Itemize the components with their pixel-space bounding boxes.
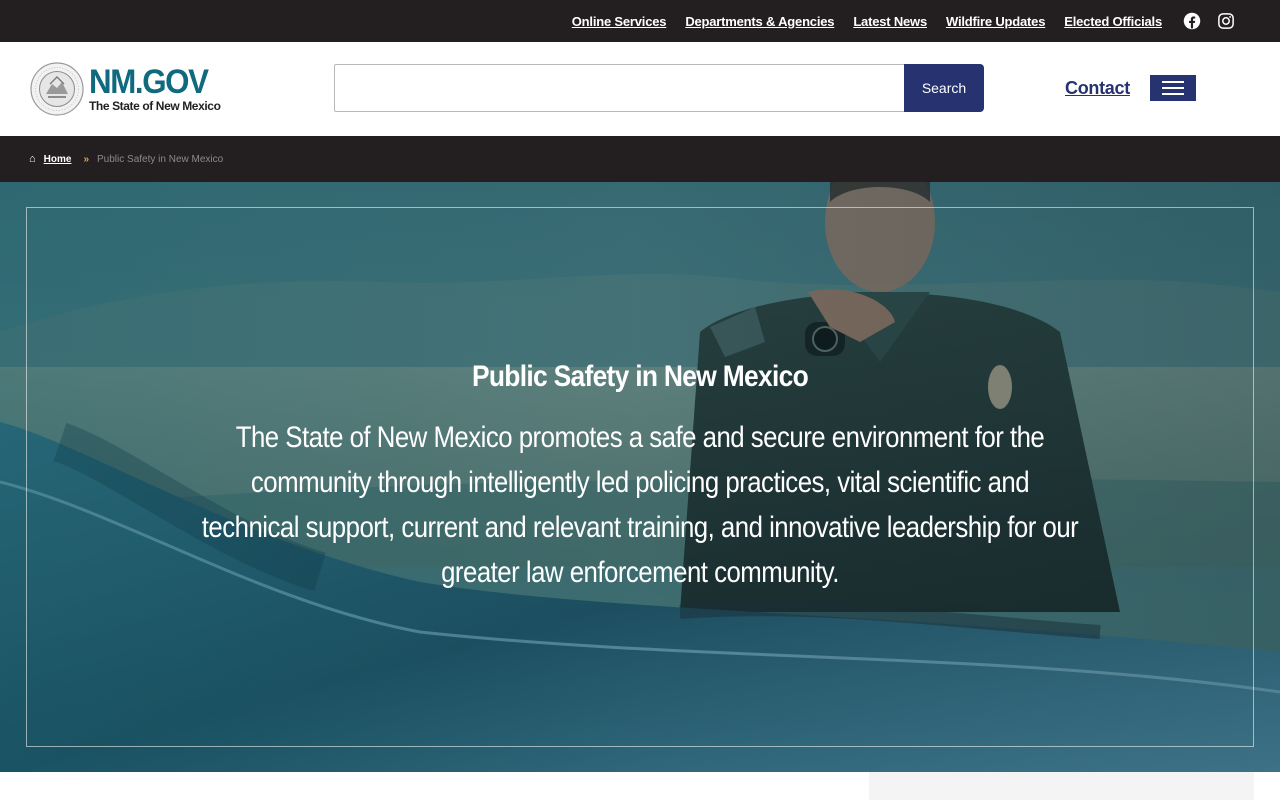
hamburger-icon-bar	[1162, 87, 1184, 89]
logo-title: NM.GOV	[89, 63, 209, 101]
state-seal-icon	[30, 62, 84, 116]
hamburger-icon-bar	[1162, 93, 1184, 95]
facebook-icon[interactable]	[1183, 12, 1201, 30]
hamburger-icon	[1162, 81, 1184, 83]
site-logo[interactable]: NM.GOV The State of New Mexico	[30, 62, 221, 116]
utility-nav: Online Services Departments & Agencies L…	[572, 0, 1235, 42]
hero-description-text: The State of New Mexico promotes a safe …	[201, 421, 1079, 589]
site-header: NM.GOV The State of New Mexico Search Co…	[0, 42, 1280, 136]
online-services-link[interactable]: Online Services	[572, 14, 667, 29]
utility-bar: Online Services Departments & Agencies L…	[0, 0, 1280, 42]
breadcrumb-separator: »	[83, 153, 90, 165]
elected-officials-link[interactable]: Elected Officials	[1064, 14, 1162, 29]
logo-subtitle: The State of New Mexico	[89, 99, 221, 113]
hero-banner: Public Safety in New Mexico The State of…	[0, 182, 1280, 772]
breadcrumb: ⌂ Home » Public Safety in New Mexico	[0, 136, 1280, 182]
social-links	[1183, 12, 1235, 30]
instagram-icon[interactable]	[1217, 12, 1235, 30]
search-input[interactable]	[334, 64, 906, 112]
side-panel	[869, 772, 1254, 800]
wildfire-updates-link[interactable]: Wildfire Updates	[946, 14, 1045, 29]
breadcrumb-current: Public Safety in New Mexico	[97, 153, 224, 165]
breadcrumb-home-link[interactable]: Home	[44, 154, 72, 165]
logo-text: NM.GOV The State of New Mexico	[89, 65, 221, 113]
departments-agencies-link[interactable]: Departments & Agencies	[685, 14, 834, 29]
menu-button[interactable]	[1150, 75, 1196, 101]
main-content	[0, 772, 1280, 800]
contact-link[interactable]: Contact	[1065, 78, 1130, 99]
latest-news-link[interactable]: Latest News	[853, 14, 927, 29]
search-button[interactable]: Search	[904, 64, 984, 112]
hero-description: The State of New Mexico promotes a safe …	[130, 415, 1150, 595]
hero-title: Public Safety in New Mexico	[471, 360, 809, 393]
home-icon[interactable]: ⌂	[29, 153, 36, 165]
